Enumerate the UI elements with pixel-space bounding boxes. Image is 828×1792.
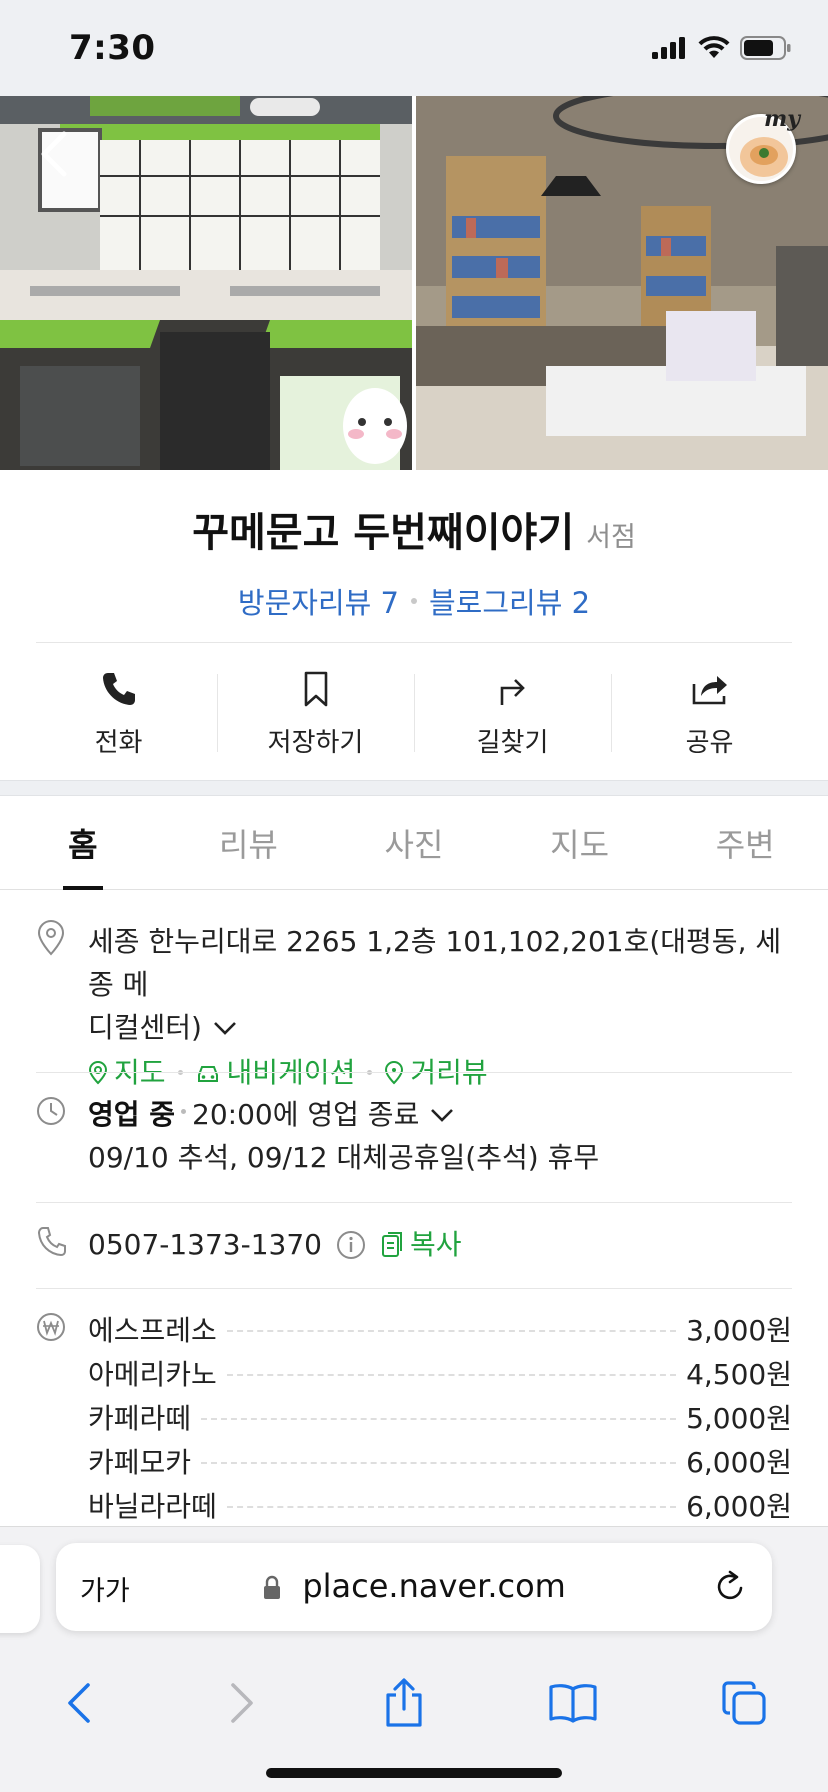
- menu-item-name: 에스프레소: [88, 1314, 217, 1347]
- photo-header[interactable]: my: [0, 96, 828, 470]
- menu-item-price: 4,500원: [686, 1358, 792, 1391]
- menu-item: 바닐라라떼 6,000원: [88, 1485, 792, 1529]
- separator-dot: [411, 598, 417, 604]
- dotted-leader: [226, 1374, 677, 1376]
- menu-item-price: 6,000원: [686, 1446, 792, 1479]
- divider: [36, 1288, 792, 1289]
- back-arrow-icon[interactable]: [34, 126, 74, 182]
- save-label: 저장하기: [267, 728, 364, 758]
- location-pin-icon: [37, 920, 65, 956]
- address-section: 세종 한누리대로 2265 1,2층 101,102,201호(대평동, 세종 …: [36, 920, 792, 1094]
- share-sheet-icon[interactable]: [382, 1677, 426, 1729]
- menu-item-name: 카페라떼: [88, 1402, 192, 1435]
- bookmark-icon: [304, 671, 327, 707]
- cellular-signal-icon: [652, 37, 685, 59]
- call-label: 전화: [94, 728, 143, 758]
- holiday-note: 09/10 추석, 09/12 대체공휴일(추석) 휴무: [88, 1141, 600, 1174]
- lock-icon: [264, 1575, 281, 1599]
- tab-photos[interactable]: 사진: [331, 796, 497, 889]
- share-button[interactable]: 공유: [611, 642, 808, 782]
- chevron-down-icon: [431, 1108, 454, 1122]
- hours-expand[interactable]: 영업 중 20:00에 영업 종료: [88, 1093, 792, 1136]
- phone-number[interactable]: 0507-1373-1370: [88, 1223, 322, 1266]
- status-bar: 7:30: [0, 0, 828, 96]
- copy-label: 복사: [409, 1228, 462, 1261]
- menu-section: 에스프레소 3,000원 아메리카노 4,500원 카페라떼 5,000원 카페…: [36, 1309, 792, 1529]
- forward-icon[interactable]: [221, 1679, 261, 1727]
- menu-item: 에스프레소 3,000원: [88, 1309, 792, 1353]
- reload-icon[interactable]: [712, 1567, 748, 1605]
- copy-phone-button[interactable]: 복사: [380, 1223, 462, 1266]
- menu-item: 카페모카 6,000원: [88, 1441, 792, 1485]
- share-icon: [692, 676, 727, 705]
- interior-photo[interactable]: my: [416, 96, 828, 470]
- status-time: 7:30: [69, 28, 156, 68]
- tab-bar: 홈 리뷰 사진 지도 주변: [0, 796, 828, 890]
- phone-section: 0507-1373-1370 복사: [36, 1223, 792, 1266]
- wifi-icon: [698, 36, 730, 58]
- copy-icon: [381, 1231, 402, 1257]
- my-badge-text: my: [763, 106, 800, 132]
- place-name: 꾸메문고 두번째이야기: [192, 510, 575, 556]
- call-button[interactable]: 전화: [20, 642, 217, 782]
- bookmarks-icon[interactable]: [547, 1681, 599, 1725]
- menu-item: 아메리카노 4,500원: [88, 1353, 792, 1397]
- menu-item-name: 아메리카노: [88, 1358, 217, 1391]
- url-display[interactable]: place.naver.com: [56, 1567, 772, 1605]
- tab-map[interactable]: 지도: [497, 796, 663, 889]
- place-title-block: 꾸메문고 두번째이야기 서점 방문자리뷰 7 블로그리뷰 2: [0, 470, 828, 640]
- home-indicator[interactable]: [266, 1768, 562, 1778]
- section-gap: [0, 780, 828, 796]
- share-label: 공유: [685, 728, 734, 758]
- phone-icon: [102, 673, 135, 705]
- clock-icon: [37, 1097, 65, 1125]
- menu-item-name: 카페모카: [88, 1446, 192, 1479]
- separator-dot: [181, 1109, 187, 1114]
- menu-item: 카페라떼 5,000원: [88, 1397, 792, 1441]
- hours-section: 영업 중 20:00에 영업 종료 09/10 추석, 09/12 대체공휴일(…: [36, 1093, 792, 1179]
- directions-button[interactable]: 길찾기: [414, 642, 611, 782]
- action-bar: 전화 저장하기 길찾기 공유: [20, 642, 808, 782]
- visitor-reviews-link[interactable]: 방문자리뷰 7: [238, 580, 399, 622]
- address-line-1: 세종 한누리대로 2265 1,2층 101,102,201호(대평동, 세종 …: [88, 925, 782, 1001]
- place-category: 서점: [586, 522, 636, 553]
- menu-item-price: 6,000원: [686, 1490, 792, 1523]
- back-icon[interactable]: [60, 1679, 100, 1727]
- battery-icon: [740, 36, 791, 60]
- dotted-leader: [201, 1462, 677, 1464]
- address-expand[interactable]: 디컬센터): [88, 1006, 792, 1049]
- save-button[interactable]: 저장하기: [217, 642, 414, 782]
- browser-toolbar: [0, 1655, 828, 1751]
- business-status: 영업 중: [88, 1098, 176, 1131]
- previous-tab-preview[interactable]: [0, 1545, 40, 1633]
- directions-label: 길찾기: [476, 728, 549, 758]
- closing-time: 20:00에 영업 종료: [192, 1098, 420, 1131]
- chevron-down-icon: [214, 1021, 236, 1035]
- address-line-2: 디컬센터): [88, 1011, 202, 1044]
- menu-item-price: 3,000원: [686, 1314, 792, 1347]
- divider: [36, 1202, 792, 1203]
- tab-home[interactable]: 홈: [0, 796, 166, 889]
- dotted-leader: [226, 1330, 677, 1332]
- tab-reviews[interactable]: 리뷰: [166, 796, 332, 889]
- browser-bottom-bar: 가가 place.naver.com: [0, 1526, 828, 1792]
- storefront-photo[interactable]: [0, 96, 412, 470]
- address-bar[interactable]: 가가 place.naver.com: [56, 1543, 772, 1631]
- tabs-icon[interactable]: [720, 1679, 768, 1727]
- blog-reviews-link[interactable]: 블로그리뷰 2: [429, 580, 590, 622]
- won-currency-icon: [37, 1313, 65, 1341]
- menu-item-price: 5,000원: [686, 1402, 792, 1435]
- url-text: place.naver.com: [302, 1567, 566, 1605]
- divider: [36, 1072, 792, 1073]
- phone-outline-icon: [37, 1227, 66, 1257]
- status-icons: [652, 36, 792, 60]
- dotted-leader: [201, 1418, 677, 1420]
- info-circle-icon[interactable]: [336, 1230, 366, 1260]
- menu-item-name: 바닐라라떼: [88, 1490, 217, 1523]
- directions-icon: [500, 679, 525, 705]
- tab-nearby[interactable]: 주변: [662, 796, 828, 889]
- dotted-leader: [226, 1506, 677, 1508]
